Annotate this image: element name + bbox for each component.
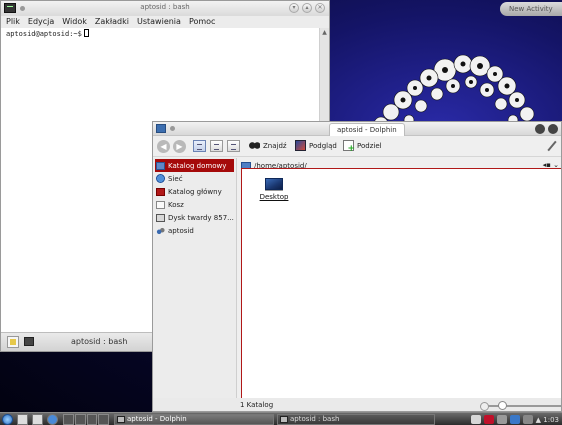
split-label: Podziel (357, 141, 382, 150)
place-label: Katalog główny (168, 187, 222, 196)
file-manager-titlebar[interactable]: aptosid - Dolphin (153, 122, 561, 136)
place-label: Dysk twardy 857... (168, 213, 234, 222)
split-button[interactable]: Podziel (343, 140, 382, 154)
place-label: Kosz (168, 200, 184, 209)
network-icon (156, 174, 165, 183)
place-home[interactable]: Katalog domowy (155, 159, 234, 172)
menu-zakladki[interactable]: Zakładki (95, 16, 129, 28)
trash-icon (156, 200, 165, 209)
close-icon[interactable]: ✕ (315, 3, 325, 13)
new-tab-icon[interactable] (7, 336, 19, 348)
file-list-pane[interactable]: Desktop (241, 168, 561, 399)
menu-edycja[interactable]: Edycja (28, 16, 54, 28)
terminal-tab-title[interactable]: aptosid : bash (71, 337, 127, 346)
hard-disk-icon (156, 213, 165, 222)
file-manager-window-title: aptosid - Dolphin (329, 123, 405, 136)
minimize-icon[interactable]: ▾ (289, 3, 299, 13)
terminal-task-icon (280, 416, 288, 423)
binoculars-icon (249, 140, 260, 151)
columns-view-button[interactable] (227, 140, 240, 152)
network-tray-icon[interactable] (509, 415, 520, 424)
file-manager-toolbar: ◀ ▶ Znajdź Podgląd Podziel (153, 136, 561, 157)
place-label: Katalog domowy (168, 161, 227, 170)
text-cursor (83, 29, 89, 37)
place-aptosid[interactable]: aptosid (153, 224, 236, 237)
desktop-folder-icon (265, 178, 283, 190)
details-view-button[interactable] (210, 140, 223, 152)
minimize-icon[interactable] (535, 124, 545, 134)
pager-desktop-3[interactable] (86, 414, 98, 425)
user-icon (156, 226, 165, 235)
icons-view-button[interactable] (193, 140, 206, 152)
place-trash[interactable]: Kosz (153, 198, 236, 211)
system-tray: ▲ 1:03 (470, 414, 562, 425)
update-tray-icon[interactable] (483, 415, 494, 424)
menu-widok[interactable]: Widok (62, 16, 87, 28)
forward-arrow-icon[interactable]: ▶ (173, 140, 186, 153)
quicklaunch-terminal-icon[interactable] (32, 414, 43, 425)
place-label: Sieć (168, 174, 183, 183)
back-arrow-icon[interactable]: ◀ (157, 140, 170, 153)
task-label: aptosid : bash (290, 415, 340, 423)
root-folder-icon (156, 187, 165, 196)
file-manager-window-buttons (535, 124, 558, 134)
preview-button[interactable]: Podgląd (295, 140, 337, 151)
find-button[interactable]: Znajdź (249, 140, 287, 151)
file-view-area: /home/aptosid/ ◂▪ ⌄ Desktop (239, 158, 561, 399)
places-panel: Katalog domowy Sieć Katalog główny Kosz … (153, 158, 237, 399)
taskbar: aptosid - Dolphin aptosid : bash ▲ 1:03 (0, 412, 562, 425)
clipboard-tray-icon[interactable] (470, 415, 481, 424)
battery-tray-icon[interactable] (522, 415, 533, 424)
terminal-titlebar[interactable]: aptosid : bash ▾ ▴ ✕ (1, 1, 329, 16)
find-label: Znajdź (263, 141, 287, 150)
place-label: aptosid (168, 226, 194, 235)
volume-tray-icon[interactable] (496, 415, 507, 424)
dolphin-task-icon (117, 416, 125, 423)
desktop-pager (63, 414, 109, 425)
scroll-up-arrow-icon[interactable]: ▲ (320, 28, 329, 37)
pager-desktop-4[interactable] (98, 414, 109, 425)
configure-tools-icon[interactable] (546, 139, 558, 153)
quicklaunch-file-manager-icon[interactable] (17, 414, 28, 425)
new-activity-button[interactable]: New Activity (500, 2, 562, 16)
maximize-icon[interactable] (548, 124, 558, 134)
terminal-tab-icon (24, 337, 34, 346)
zoom-slider-handle[interactable] (498, 401, 507, 410)
status-text: 1 Katalog (240, 401, 274, 409)
place-hard-disk[interactable]: Dysk twardy 857... (153, 211, 236, 224)
menu-pomoc[interactable]: Pomoc (189, 16, 216, 28)
pager-desktop-1[interactable] (63, 414, 74, 425)
terminal-menubar: Plik Edycja Widok Zakładki Ustawienia Po… (1, 16, 329, 28)
terminal-window-buttons: ▾ ▴ ✕ (289, 3, 325, 13)
file-manager-window: aptosid - Dolphin ◀ ▶ Znajdź Podgląd Pod… (152, 121, 562, 412)
file-name: Desktop (259, 193, 289, 201)
task-dolphin[interactable]: aptosid - Dolphin (114, 414, 274, 425)
place-network[interactable]: Sieć (153, 172, 236, 185)
home-folder-icon (156, 161, 165, 170)
terminal-window-title: aptosid : bash (140, 3, 190, 11)
status-bar: 1 Katalog (153, 398, 561, 411)
clock[interactable]: ▲ 1:03 (536, 416, 559, 424)
zoom-slider[interactable] (480, 401, 561, 411)
maximize-icon[interactable]: ▴ (302, 3, 312, 13)
task-konsole[interactable]: aptosid : bash (277, 414, 435, 425)
menu-ustawienia[interactable]: Ustawienia (137, 16, 181, 28)
preview-label: Podgląd (309, 141, 337, 150)
pager-desktop-2[interactable] (74, 414, 86, 425)
window-menu-dot-icon[interactable] (170, 126, 175, 131)
application-launcher-icon[interactable] (2, 414, 13, 425)
task-label: aptosid - Dolphin (127, 415, 187, 423)
shell-prompt: aptosid@aptosid:~$ (6, 30, 82, 38)
split-view-icon (343, 140, 355, 154)
place-root[interactable]: Katalog główny (153, 185, 236, 198)
dolphin-app-icon[interactable] (156, 124, 166, 133)
quicklaunch-browser-icon[interactable] (47, 414, 58, 425)
file-item-desktop[interactable]: Desktop (259, 178, 289, 201)
menu-plik[interactable]: Plik (6, 16, 20, 28)
preview-icon (295, 140, 306, 151)
